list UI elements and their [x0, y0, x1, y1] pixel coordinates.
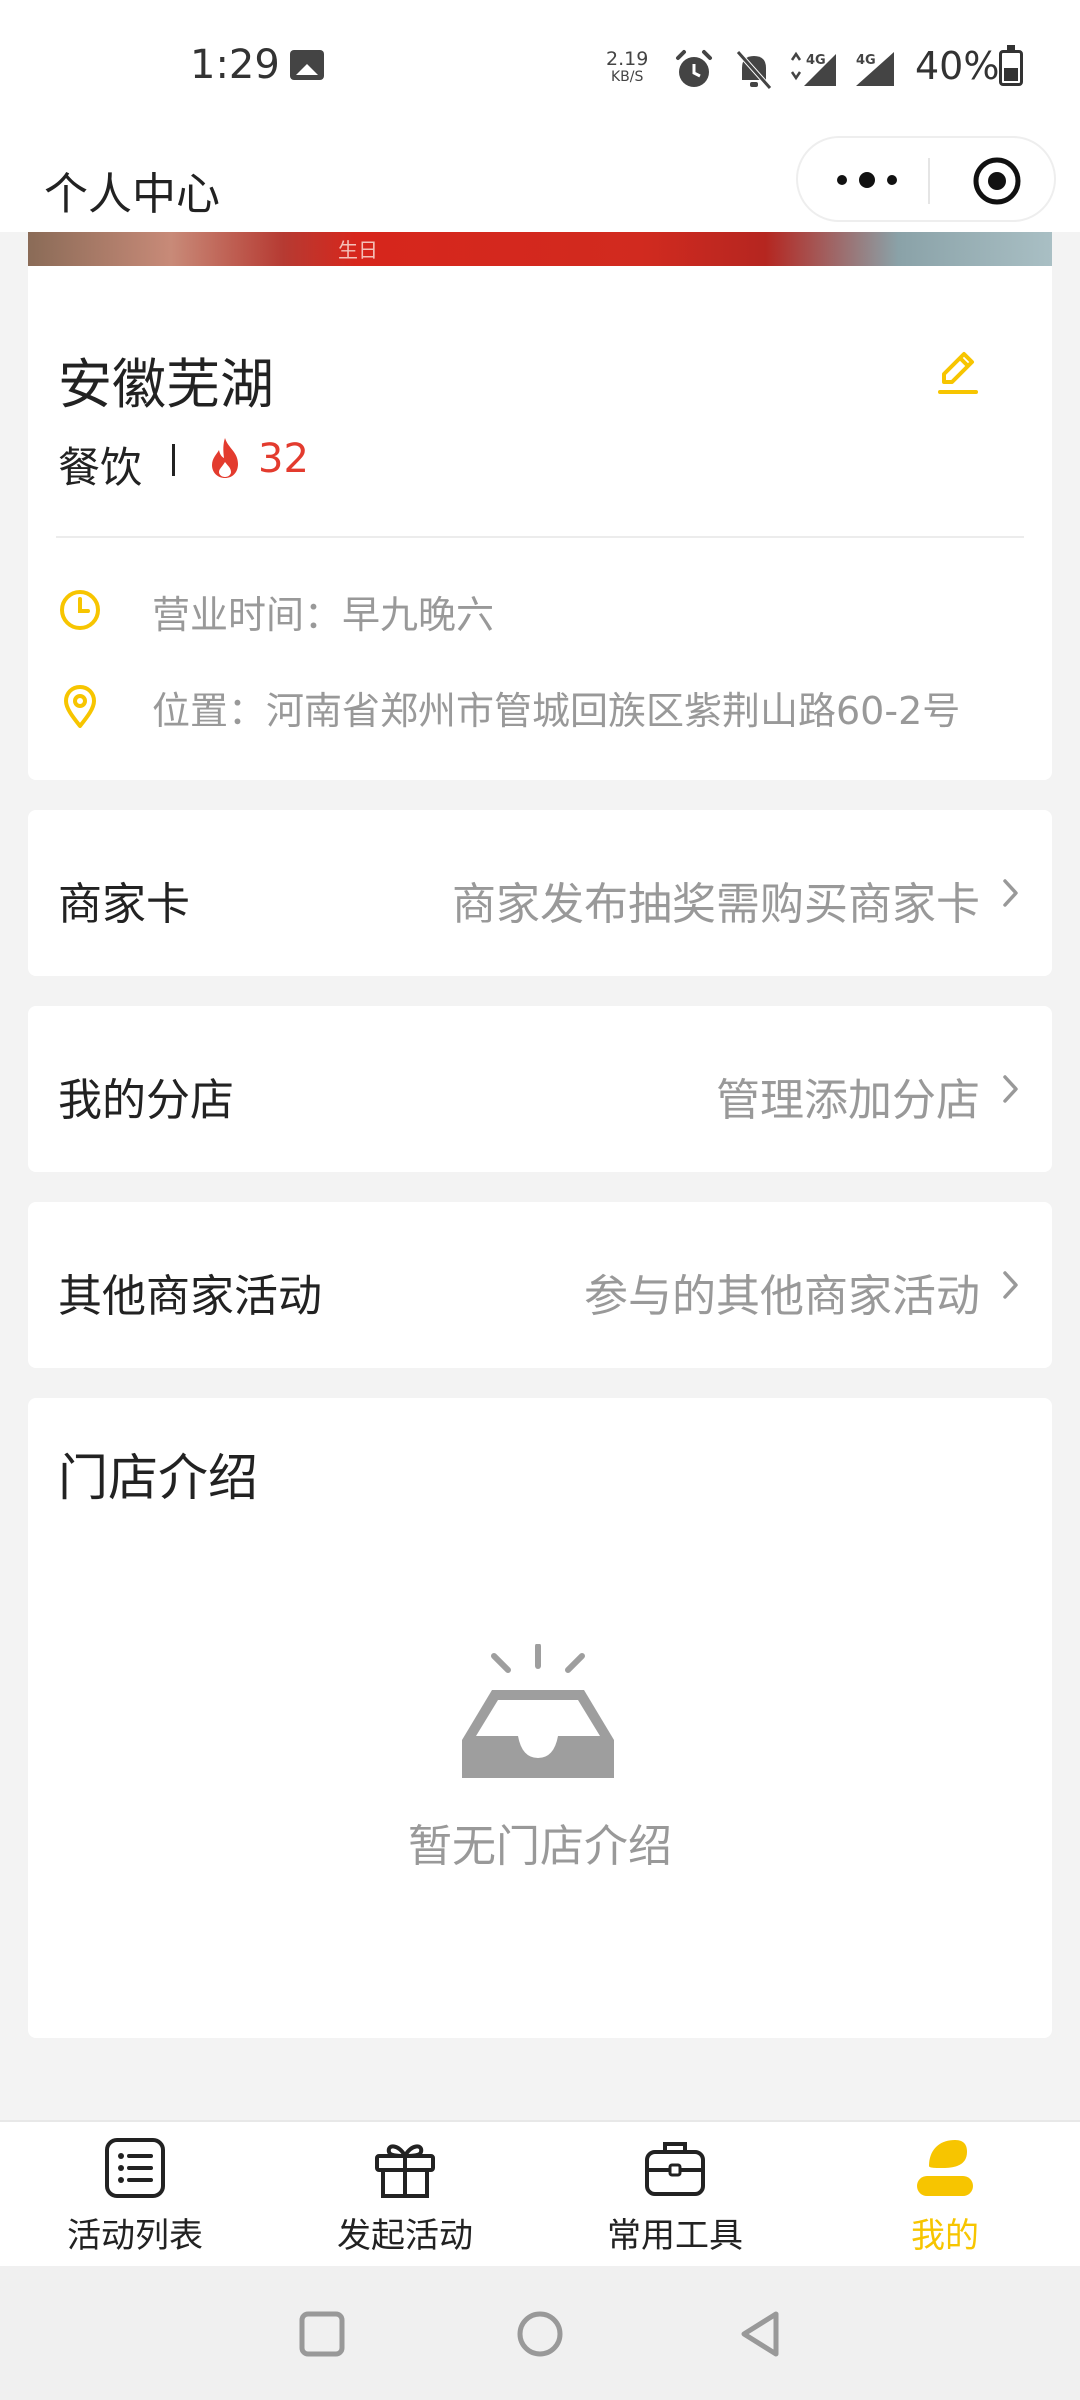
business-hours: 营业时间：早九晚六 — [152, 593, 495, 637]
chevron-right-icon — [1003, 1075, 1018, 1103]
list-icon — [105, 2138, 165, 2198]
hot-count: 32 — [258, 436, 309, 482]
location-pin-icon — [64, 685, 96, 728]
status-time: 1:29 — [190, 42, 280, 88]
clock-icon — [60, 590, 100, 630]
nav-header: 个人中心 — [0, 136, 1080, 232]
menu-label: 其他商家活动 — [58, 1271, 322, 1322]
tab-label: 常用工具 — [607, 2216, 743, 2256]
category-divider — [172, 444, 175, 476]
edit-icon[interactable] — [934, 346, 982, 398]
mini-program-capsule — [796, 136, 1056, 222]
battery-icon — [999, 45, 1023, 86]
tab-common-tools[interactable]: 常用工具 — [540, 2122, 810, 2268]
briefcase-icon — [645, 2142, 705, 2196]
cover-image: 生日 — [28, 232, 1052, 266]
recent-apps-icon[interactable] — [292, 2304, 352, 2364]
tab-label: 我的 — [911, 2216, 979, 2256]
back-icon[interactable] — [730, 2304, 790, 2364]
mute-icon — [736, 50, 772, 90]
target-icon[interactable] — [972, 156, 1022, 206]
network-speed-unit: KB/S — [610, 69, 644, 85]
shop-category: 餐饮 — [58, 443, 143, 492]
more-icon[interactable] — [832, 168, 902, 192]
alarm-icon — [676, 50, 712, 87]
network-speed: 2.19 KB/S — [606, 50, 648, 86]
fire-icon — [212, 438, 238, 478]
menu-value: 参与的其他商家活动 — [584, 1271, 980, 1322]
other-merchant-activities-row[interactable]: 其他商家活动 参与的其他商家活动 — [28, 1202, 1052, 1368]
merchant-card-row[interactable]: 商家卡 商家发布抽奖需购买商家卡 — [28, 810, 1052, 976]
profile-card: 安徽芜湖 餐饮 32 营业时间：早九晚六 位置：河南省郑州市管城回族区紫荆山路6… — [28, 266, 1052, 780]
signal-4g-icon: 4G — [856, 52, 894, 86]
capsule-divider — [928, 158, 930, 204]
chevron-right-icon — [1003, 879, 1018, 907]
battery-level: 40% — [915, 44, 1000, 88]
network-speed-value: 2.19 — [606, 48, 649, 70]
svg-text:4G: 4G — [806, 53, 826, 68]
menu-label: 我的分店 — [58, 1075, 234, 1126]
store-intro-title: 门店介绍 — [58, 1449, 258, 1507]
menu-value: 商家发布抽奖需购买商家卡 — [452, 879, 980, 930]
status-bar: 1:29 2.19 KB/S 4G 4G 40% — [0, 0, 1080, 136]
bottom-tab-bar: 活动列表 发起活动 常用工具 我的 — [0, 2120, 1080, 2266]
signal-4g-icon: 4G — [790, 51, 836, 86]
my-branches-row[interactable]: 我的分店 管理添加分店 — [28, 1006, 1052, 1172]
system-nav-bar — [0, 2266, 1080, 2400]
tab-mine[interactable]: 我的 — [810, 2122, 1080, 2268]
photo-icon — [290, 50, 324, 80]
tab-label: 活动列表 — [67, 2216, 203, 2256]
tab-activity-list[interactable]: 活动列表 — [0, 2122, 270, 2268]
empty-inbox-icon — [462, 1644, 614, 1778]
cover-image-text: 生日 — [338, 238, 378, 262]
profile-divider — [56, 536, 1024, 538]
shop-address: 位置：河南省郑州市管城回族区紫荆山路60-2号 — [152, 689, 961, 733]
store-intro-card: 门店介绍 暂无门店介绍 — [28, 1398, 1052, 2038]
tab-label: 发起活动 — [337, 2216, 473, 2256]
page-title: 个人中心 — [44, 169, 220, 220]
menu-label: 商家卡 — [58, 879, 190, 930]
home-icon[interactable] — [510, 2304, 570, 2364]
gift-icon — [375, 2144, 435, 2198]
empty-state-text: 暂无门店介绍 — [408, 1821, 672, 1872]
user-icon — [917, 2140, 973, 2196]
chevron-right-icon — [1003, 1271, 1018, 1299]
svg-text:4G: 4G — [856, 53, 876, 68]
menu-value: 管理添加分店 — [716, 1075, 980, 1126]
tab-create-activity[interactable]: 发起活动 — [270, 2122, 540, 2268]
shop-name: 安徽芜湖 — [58, 353, 274, 416]
